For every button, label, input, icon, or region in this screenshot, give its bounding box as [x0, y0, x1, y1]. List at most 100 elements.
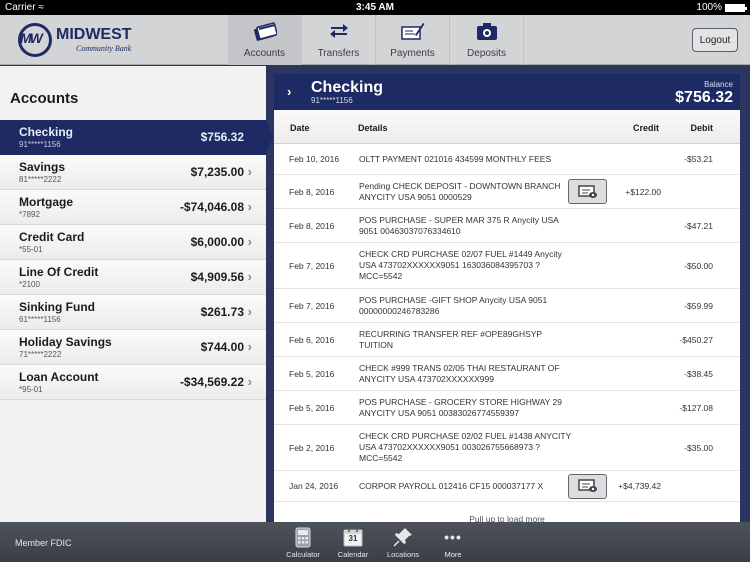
- battery-percent: 100%: [696, 2, 722, 13]
- account-balance: -$74,046.08: [179, 200, 244, 214]
- transaction-row[interactable]: Feb 8, 2016 POS PURCHASE - SUPER MAR 375 …: [274, 209, 740, 243]
- transaction-row[interactable]: Feb 2, 2016 CHECK CRD PURCHASE 02/02 FUEL…: [274, 425, 740, 471]
- calendar-icon: 31: [343, 526, 363, 548]
- tool-label: Calculator: [286, 550, 320, 559]
- transaction-details: CORPOR PAYROLL 012416 CF15 000037177 X: [359, 480, 544, 491]
- account-balance: $756.32: [200, 130, 244, 144]
- transaction-date: Feb 6, 2016: [289, 334, 335, 345]
- calendar-day: 31: [348, 534, 358, 543]
- account-number: *7892: [19, 210, 40, 219]
- check-image-icon: [577, 184, 597, 198]
- transaction-details: RECURRING TRANSFER REF #OPE89GHSYP TUITI…: [359, 328, 542, 350]
- tool-label: Calendar: [337, 550, 369, 559]
- account-header[interactable]: › Checking 91*****1156 Balance $756.32: [274, 74, 740, 110]
- clock: 3:45 AM: [356, 2, 394, 13]
- view-check-image-button[interactable]: [568, 473, 607, 499]
- chevron-right-icon: ›: [247, 304, 252, 319]
- bottom-toolbar: Member FDIC Calculator 31 Calendar Locat…: [0, 522, 750, 562]
- column-header-debit[interactable]: Debit: [691, 123, 714, 133]
- account-item-checking[interactable]: Checking 91*****1156 $756.32: [0, 120, 273, 155]
- member-fdic-label: Member FDIC: [15, 538, 72, 548]
- column-header-date[interactable]: Date: [290, 123, 310, 133]
- chevron-right-icon[interactable]: ›: [287, 84, 291, 99]
- transaction-credit: +$4,739.42: [618, 481, 661, 491]
- transaction-debit: -$59.99: [684, 300, 713, 311]
- battery-icon: [725, 3, 747, 12]
- transaction-row[interactable]: Jan 24, 2016 CORPOR PAYROLL 012416 CF15 0…: [274, 471, 740, 502]
- main-nav: Accounts Transfers Payments Deposits: [228, 15, 524, 65]
- pushpin-icon: [393, 526, 413, 548]
- column-header-details[interactable]: Details: [358, 123, 388, 133]
- transaction-details: Pending CHECK DEPOSIT - DOWNTOWN BRANCH …: [359, 180, 561, 202]
- tool-label: More: [444, 550, 462, 559]
- load-more-hint[interactable]: Pull up to load more: [274, 502, 740, 522]
- account-name: Line Of Credit: [19, 265, 99, 279]
- transaction-date: Feb 5, 2016: [289, 368, 335, 379]
- calculator-button[interactable]: Calculator: [278, 526, 328, 559]
- transaction-credit: +$122.00: [625, 186, 661, 197]
- balance-label: Balance: [704, 80, 733, 89]
- account-name: Credit Card: [19, 230, 85, 244]
- tab-label: Deposits: [467, 48, 506, 59]
- transactions-header: Date Details Credit Debit: [274, 110, 740, 144]
- account-balance: $7,235.00: [190, 165, 244, 179]
- account-number: 91*****1156: [311, 96, 353, 105]
- locations-button[interactable]: Locations: [378, 526, 428, 559]
- transfer-arrows-icon: [326, 20, 352, 42]
- transaction-row[interactable]: Feb 7, 2016 POS PURCHASE -GIFT SHOP Anyci…: [274, 289, 740, 323]
- account-number: 91*****1156: [19, 140, 61, 149]
- battery-indicator: 100%: [696, 2, 747, 13]
- account-number: *95-01: [19, 385, 43, 394]
- more-dots-icon: •••: [444, 529, 462, 545]
- account-name: Mortgage: [19, 195, 73, 209]
- tools-bar: Calculator 31 Calendar Locations ••• Mor…: [278, 526, 478, 559]
- transaction-date: Feb 8, 2016: [289, 186, 335, 197]
- tab-label: Accounts: [243, 48, 286, 59]
- transaction-date: Feb 7, 2016: [289, 300, 335, 311]
- transaction-date: Jan 24, 2016: [289, 481, 339, 491]
- transaction-details: CHECK CRD PURCHASE 02/02 FUEL #1438 ANYC…: [359, 431, 572, 463]
- account-item-line-of-credit[interactable]: Line Of Credit *2100 $4,909.56 ›: [0, 260, 266, 295]
- more-button[interactable]: ••• More: [428, 526, 478, 559]
- transaction-row[interactable]: Feb 5, 2016 CHECK #999 TRANS 02/05 THAI R…: [274, 357, 740, 391]
- transaction-debit: -$38.45: [684, 368, 713, 379]
- tab-transfers[interactable]: Transfers: [302, 15, 376, 65]
- transaction-date: Feb 7, 2016: [289, 260, 335, 271]
- tab-payments[interactable]: Payments: [376, 15, 450, 65]
- transaction-details: POS PURCHASE - GROCERY STORE HIGHWAY 29 …: [359, 396, 562, 418]
- check-pen-icon: [400, 20, 426, 42]
- account-name: Holiday Savings: [19, 335, 112, 349]
- account-item-sinking-fund[interactable]: Sinking Fund 61*****1156 $261.73 ›: [0, 295, 266, 330]
- tab-deposits[interactable]: Deposits: [450, 15, 524, 65]
- tab-accounts[interactable]: Accounts: [228, 15, 302, 65]
- account-item-holiday-savings[interactable]: Holiday Savings 71*****2222 $744.00 ›: [0, 330, 266, 365]
- chevron-right-icon: ›: [247, 339, 252, 354]
- account-item-credit-card[interactable]: Credit Card *55-01 $6,000.00 ›: [0, 225, 266, 260]
- transaction-details: CHECK CRD PURCHASE 02/07 FUEL #1449 Anyc…: [359, 249, 562, 281]
- chevron-right-icon: ›: [247, 199, 252, 214]
- column-header-credit[interactable]: Credit: [633, 123, 659, 133]
- view-check-image-button[interactable]: [568, 179, 607, 204]
- account-item-loan-account[interactable]: Loan Account *95-01 -$34,569.22 ›: [0, 365, 266, 400]
- account-detail-panel: › Checking 91*****1156 Balance $756.32 D…: [274, 74, 740, 522]
- logo-mark: MW: [20, 30, 43, 46]
- account-item-savings[interactable]: Savings 81*****2222 $7,235.00 ›: [0, 155, 266, 190]
- check-image-icon: [577, 479, 597, 492]
- credit-card-icon: [252, 20, 278, 42]
- transaction-row[interactable]: Feb 6, 2016 RECURRING TRANSFER REF #OPE89…: [274, 323, 740, 357]
- logout-button[interactable]: Logout: [692, 28, 738, 52]
- transaction-details: OLTT PAYMENT 021016 434599 MONTHLY FEES: [359, 153, 552, 164]
- tab-label: Transfers: [317, 48, 360, 59]
- transaction-row[interactable]: Feb 8, 2016 Pending CHECK DEPOSIT - DOWNT…: [274, 175, 740, 209]
- sidebar-title: Accounts: [10, 90, 79, 107]
- transaction-row[interactable]: Feb 7, 2016 CHECK CRD PURCHASE 02/07 FUEL…: [274, 243, 740, 289]
- account-number: *2100: [19, 280, 40, 289]
- chevron-right-icon: ›: [247, 269, 252, 284]
- transaction-debit: -$35.00: [684, 442, 713, 453]
- account-item-mortgage[interactable]: Mortgage *7892 -$74,046.08 ›: [0, 190, 266, 225]
- transaction-row[interactable]: Feb 10, 2016 OLTT PAYMENT 021016 434599 M…: [274, 144, 740, 175]
- app-header: MW MIDWEST Community Bank Accounts Trans…: [0, 15, 750, 65]
- calendar-button[interactable]: 31 Calendar: [328, 526, 378, 559]
- transaction-row[interactable]: Feb 5, 2016 POS PURCHASE - GROCERY STORE …: [274, 391, 740, 425]
- account-number: 81*****2222: [19, 175, 62, 184]
